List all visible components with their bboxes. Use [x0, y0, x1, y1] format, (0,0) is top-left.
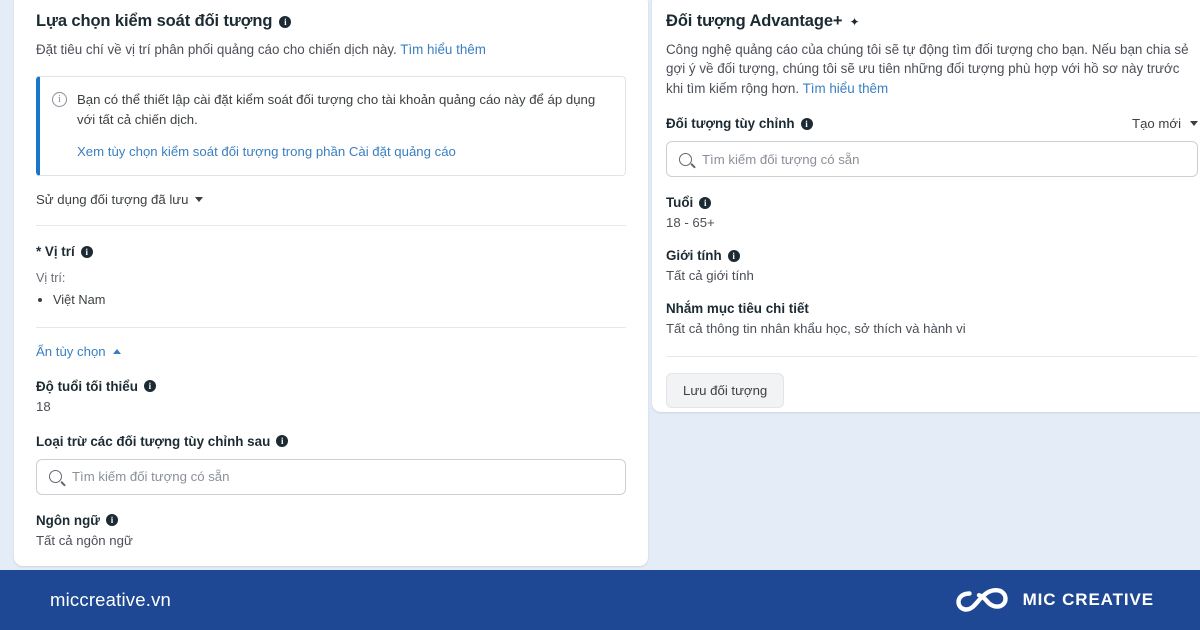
- gender-label: Giới tính i: [666, 248, 1198, 263]
- divider-after-saved-audience: [36, 225, 626, 227]
- info-icon[interactable]: i: [80, 245, 93, 258]
- custom-audience-search-box[interactable]: [666, 141, 1198, 178]
- banner-body: Bạn có thể thiết lập cài đặt kiểm soát đ…: [77, 90, 611, 161]
- search-icon: [679, 152, 692, 166]
- age-label: Tuổi i: [666, 195, 1198, 210]
- chevron-down-icon: [195, 197, 204, 203]
- location-label: * Vị trí i: [36, 244, 626, 259]
- audience-controls-title: Lựa chọn kiểm soát đối tượng i: [36, 12, 626, 31]
- detailed-targeting-label: Nhắm mục tiêu chi tiết: [666, 301, 1198, 316]
- advantage-audience-card: Đối tượng Advantage+ ✦ Công nghệ quảng c…: [652, 0, 1200, 412]
- language-value: Tất cả ngôn ngữ: [36, 532, 133, 548]
- advantage-audience-title: Đối tượng Advantage+ ✦: [666, 12, 1198, 31]
- min-age-label: Độ tuổi tối thiểu i: [36, 379, 626, 394]
- info-icon[interactable]: i: [143, 380, 156, 393]
- sparkle-icon: ✦: [849, 14, 860, 29]
- toggle-options-label: Ẩn tùy chọn: [36, 343, 106, 359]
- info-icon[interactable]: i: [699, 196, 712, 209]
- toggle-options-link[interactable]: Ẩn tùy chọn: [36, 344, 121, 359]
- panels-area: Lựa chọn kiểm soát đối tượng i Đặt tiêu …: [0, 0, 1200, 570]
- min-age-section: Độ tuổi tối thiểu i 18: [36, 379, 626, 414]
- custom-audience-label: Đối tượng tùy chỉnh i: [666, 116, 813, 131]
- banner-settings-link[interactable]: Xem tùy chọn kiểm soát đối tượng trong p…: [77, 142, 611, 162]
- brand-lockup: MIC CREATIVE: [955, 585, 1154, 615]
- info-circle-icon: i: [52, 92, 67, 108]
- info-icon[interactable]: i: [279, 15, 292, 28]
- location-caption: Vị trí:: [36, 271, 66, 286]
- create-new-dropdown[interactable]: Tạo mới: [1132, 116, 1198, 131]
- min-age-value: 18: [36, 398, 51, 414]
- saved-audience-dropdown-label: Sử dụng đối tượng đã lưu: [36, 192, 189, 208]
- chevron-up-icon: [112, 348, 121, 354]
- audience-controls-subtitle-text: Đặt tiêu chí về vị trí phân phối quảng c…: [36, 42, 397, 57]
- learn-more-link[interactable]: Tìm hiểu thêm: [803, 81, 889, 96]
- divider-after-location: [36, 326, 626, 328]
- detailed-targeting-label-text: Nhắm mục tiêu chi tiết: [666, 301, 809, 317]
- footer-bar: miccreative.vn MIC CREATIVE: [0, 570, 1200, 630]
- brand-name: MIC CREATIVE: [1022, 590, 1154, 609]
- create-new-label: Tạo mới: [1132, 116, 1181, 132]
- custom-audience-header-row: Đối tượng tùy chỉnh i Tạo mới: [666, 116, 1198, 131]
- location-section: * Vị trí i Vị trí: Việt Nam: [36, 244, 626, 311]
- audience-controls-subtitle: Đặt tiêu chí về vị trí phân phối quảng c…: [36, 40, 626, 59]
- gender-label-text: Giới tính: [666, 248, 722, 264]
- location-list: Việt Nam: [36, 289, 626, 311]
- exclude-custom-audiences-label: Loại trừ các đối tượng tùy chỉnh sau i: [36, 434, 626, 449]
- exclude-custom-audiences-section: Loại trừ các đối tượng tùy chỉnh sau i: [36, 434, 626, 495]
- banner-message: Bạn có thể thiết lập cài đặt kiểm soát đ…: [77, 92, 596, 127]
- exclude-audience-search-box[interactable]: [36, 458, 626, 495]
- custom-audience-label-text: Đối tượng tùy chỉnh: [666, 116, 795, 132]
- list-item: Việt Nam: [53, 289, 626, 311]
- account-level-controls-banner: i Bạn có thể thiết lập cài đặt kiểm soát…: [36, 76, 626, 177]
- advantage-audience-title-text: Đối tượng Advantage+: [666, 12, 843, 30]
- language-label-text: Ngôn ngữ: [36, 512, 100, 528]
- info-icon[interactable]: i: [727, 249, 740, 262]
- infinity-loop-logo-icon: [955, 587, 1008, 612]
- age-section: Tuổi i 18 - 65+: [666, 195, 1198, 230]
- gender-section: Giới tính i Tất cả giới tính: [666, 248, 1198, 283]
- footer-website-url: miccreative.vn: [50, 589, 172, 610]
- info-icon[interactable]: i: [276, 435, 289, 448]
- age-label-text: Tuổi: [666, 195, 694, 211]
- detailed-targeting-value: Tất cả thông tin nhân khẩu học, sở thích…: [666, 321, 966, 337]
- divider-above-save: [666, 356, 1198, 358]
- age-value: 18 - 65+: [666, 215, 715, 231]
- exclude-custom-audiences-label-text: Loại trừ các đối tượng tùy chỉnh sau: [36, 433, 271, 449]
- gender-value: Tất cả giới tính: [666, 268, 754, 284]
- detailed-targeting-section: Nhắm mục tiêu chi tiết Tất cả thông tin …: [666, 301, 1198, 336]
- advantage-audience-description-text: Công nghệ quảng cáo của chúng tôi sẽ tự …: [666, 42, 1189, 96]
- audience-controls-card: Lựa chọn kiểm soát đối tượng i Đặt tiêu …: [14, 0, 648, 566]
- info-icon[interactable]: i: [106, 514, 118, 527]
- advantage-audience-description: Công nghệ quảng cáo của chúng tôi sẽ tự …: [666, 40, 1198, 98]
- language-label: Ngôn ngữ i: [36, 513, 626, 528]
- audience-controls-title-text: Lựa chọn kiểm soát đối tượng: [36, 12, 273, 30]
- info-icon[interactable]: i: [800, 117, 813, 130]
- save-audience-button[interactable]: Lưu đối tượng: [666, 373, 785, 409]
- location-label-text: * Vị trí: [36, 244, 75, 260]
- search-icon: [49, 470, 62, 484]
- exclude-audience-search-input[interactable]: [72, 469, 613, 485]
- language-section: Ngôn ngữ i Tất cả ngôn ngữ: [36, 513, 626, 548]
- min-age-label-text: Độ tuổi tối thiểu: [36, 378, 138, 394]
- learn-more-link[interactable]: Tìm hiểu thêm: [400, 42, 486, 57]
- saved-audience-dropdown[interactable]: Sử dụng đối tượng đã lưu: [36, 192, 204, 208]
- screenshot-root: Lựa chọn kiểm soát đối tượng i Đặt tiêu …: [0, 0, 1200, 630]
- custom-audience-search-input[interactable]: [702, 151, 1185, 167]
- chevron-down-icon: [1190, 121, 1198, 127]
